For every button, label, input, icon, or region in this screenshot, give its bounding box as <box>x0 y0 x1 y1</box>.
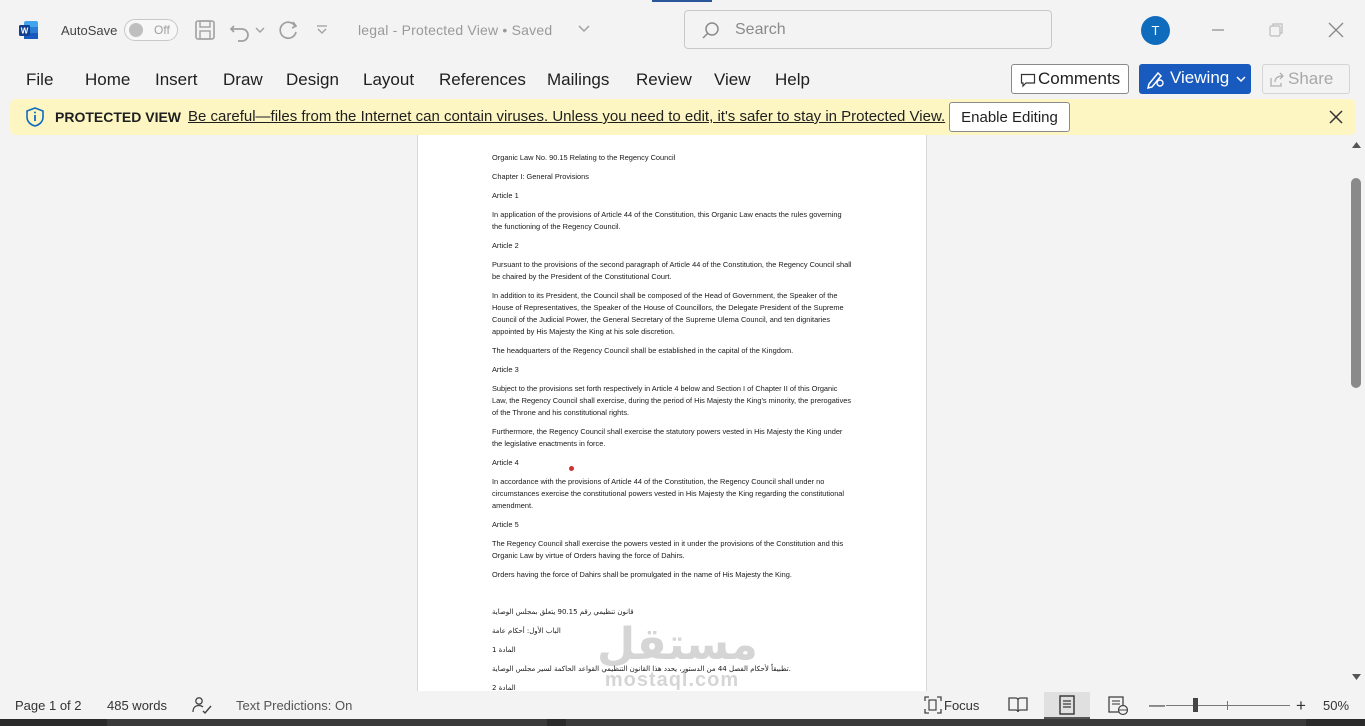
tab-insert[interactable]: Insert <box>155 70 198 90</box>
text-predictions-status[interactable]: Text Predictions: On <box>236 698 352 713</box>
arabic-title-line: قانون تنظيمي رقم 90.15 يتعلق بمجلس الوصا… <box>492 608 634 616</box>
zoom-in-button[interactable]: + <box>1296 696 1306 716</box>
tab-references[interactable]: References <box>439 70 526 90</box>
word-app-icon: W <box>19 21 38 39</box>
title-bar: W AutoSave Off legal - Protected View • … <box>0 0 1365 60</box>
doc-paragraph: Pursuant to the provisions of the second… <box>492 260 852 281</box>
share-icon <box>1270 72 1284 87</box>
document-canvas[interactable]: Organic Law No. 90.15 Relating to the Re… <box>0 135 1348 691</box>
print-layout-icon[interactable] <box>1055 694 1079 716</box>
focus-label[interactable]: Focus <box>944 698 979 713</box>
comment-icon <box>1020 73 1036 88</box>
article-heading: Article 4 <box>492 458 519 467</box>
protected-view-title: PROTECTED VIEW <box>55 109 182 125</box>
tab-file[interactable]: File <box>26 70 53 90</box>
shield-info-icon <box>26 107 44 127</box>
tab-layout[interactable]: Layout <box>363 70 414 90</box>
zoom-slider-track[interactable] <box>1166 705 1290 706</box>
doc-paragraph: Subject to the provisions set forth resp… <box>492 384 852 417</box>
viewing-label: Viewing <box>1170 68 1230 87</box>
comments-label: Comments <box>1038 69 1121 88</box>
loading-indicator <box>652 0 712 2</box>
viewing-mode-button[interactable]: Viewing <box>1139 64 1251 94</box>
scroll-up-arrow-icon[interactable] <box>1351 140 1362 149</box>
search-icon <box>702 22 719 39</box>
doc-paragraph: In application of the provisions of Arti… <box>492 210 842 231</box>
tab-draw[interactable]: Draw <box>223 70 263 90</box>
tab-view[interactable]: View <box>714 70 751 90</box>
page-count[interactable]: Page 1 of 2 <box>15 698 82 713</box>
minimize-icon[interactable] <box>1206 18 1230 42</box>
doc-paragraph: Orders having the force of Dahirs shall … <box>492 570 792 579</box>
article-heading: Article 1 <box>492 191 519 200</box>
tab-review[interactable]: Review <box>636 70 692 90</box>
tab-mailings[interactable]: Mailings <box>547 70 609 90</box>
search-input[interactable] <box>735 19 1035 41</box>
share-button[interactable]: Share <box>1262 64 1350 94</box>
tab-design[interactable]: Design <box>286 70 339 90</box>
text-predictions-icon[interactable] <box>191 695 213 715</box>
autosave-state: Off <box>154 23 170 37</box>
tab-home[interactable]: Home <box>85 70 130 90</box>
status-bar: Page 1 of 2 485 words Text Predictions: … <box>0 691 1365 719</box>
scroll-down-arrow-icon[interactable] <box>1351 673 1362 682</box>
read-mode-icon[interactable] <box>1006 694 1030 716</box>
doc-title-line: Organic Law No. 90.15 Relating to the Re… <box>492 153 676 162</box>
customize-toolbar-icon[interactable] <box>314 17 330 43</box>
pen-view-icon <box>1146 71 1164 89</box>
undo-dropdown-icon[interactable] <box>253 17 267 43</box>
taskbar-segment <box>566 719 1306 726</box>
taskbar-segment <box>107 719 547 726</box>
document-page[interactable]: Organic Law No. 90.15 Relating to the Re… <box>417 135 927 691</box>
document-title: legal - Protected View • Saved <box>358 22 553 38</box>
protected-view-message-link[interactable]: Be careful—files from the Internet can c… <box>188 108 945 125</box>
close-icon[interactable] <box>1328 109 1344 125</box>
search-box[interactable] <box>684 10 1052 49</box>
doc-paragraph: Furthermore, the Regency Council shall e… <box>492 427 843 448</box>
doc-paragraph: In addition to its President, the Counci… <box>492 291 844 336</box>
cursor-marker <box>569 466 574 471</box>
tab-help[interactable]: Help <box>775 70 810 90</box>
vertical-scrollbar[interactable] <box>1348 135 1365 691</box>
zoom-level[interactable]: 50% <box>1323 698 1349 713</box>
article-heading: Article 3 <box>492 365 519 374</box>
enable-editing-button[interactable]: Enable Editing <box>949 102 1070 132</box>
undo-icon[interactable] <box>227 17 253 43</box>
zoom-out-button[interactable]: — <box>1149 697 1165 715</box>
doc-paragraph: The Regency Council shall exercise the p… <box>492 539 844 560</box>
zoom-slider-center-tick <box>1227 701 1228 710</box>
title-chevron-down-icon[interactable] <box>576 21 592 37</box>
redo-icon[interactable] <box>275 17 301 43</box>
save-icon[interactable] <box>192 17 218 43</box>
article-heading: Article 5 <box>492 520 519 529</box>
watermark: مستقل mostaql.com <box>597 619 758 700</box>
watermark-arabic: مستقل <box>597 619 758 670</box>
scroll-thumb[interactable] <box>1351 178 1361 388</box>
doc-chapter-heading: Chapter I: General Provisions <box>492 172 589 181</box>
protected-view-bar: PROTECTED VIEW Be careful—files from the… <box>10 99 1356 135</box>
word-count[interactable]: 485 words <box>107 698 167 713</box>
doc-paragraph: The headquarters of the Regency Council … <box>492 346 794 355</box>
restore-icon[interactable] <box>1264 18 1288 42</box>
share-label: Share <box>1288 69 1334 88</box>
article-heading: Article 2 <box>492 241 519 250</box>
os-taskbar <box>0 719 1365 726</box>
web-layout-icon[interactable] <box>1106 694 1130 716</box>
document-body: Organic Law No. 90.15 Relating to the Re… <box>492 152 852 691</box>
svg-text:W: W <box>21 27 29 36</box>
toggle-knob <box>129 23 143 37</box>
zoom-slider-thumb[interactable] <box>1193 698 1198 712</box>
watermark-latin: mostaql.com <box>604 669 740 691</box>
avatar[interactable]: T <box>1141 16 1170 45</box>
autosave-label: AutoSave <box>61 23 118 38</box>
autosave-toggle[interactable]: Off <box>124 19 178 41</box>
comments-button[interactable]: Comments <box>1011 64 1129 94</box>
chevron-down-icon <box>1236 76 1246 83</box>
close-window-icon[interactable] <box>1324 18 1348 42</box>
focus-icon[interactable] <box>924 696 942 714</box>
doc-paragraph: In accordance with the provisions of Art… <box>492 477 845 510</box>
